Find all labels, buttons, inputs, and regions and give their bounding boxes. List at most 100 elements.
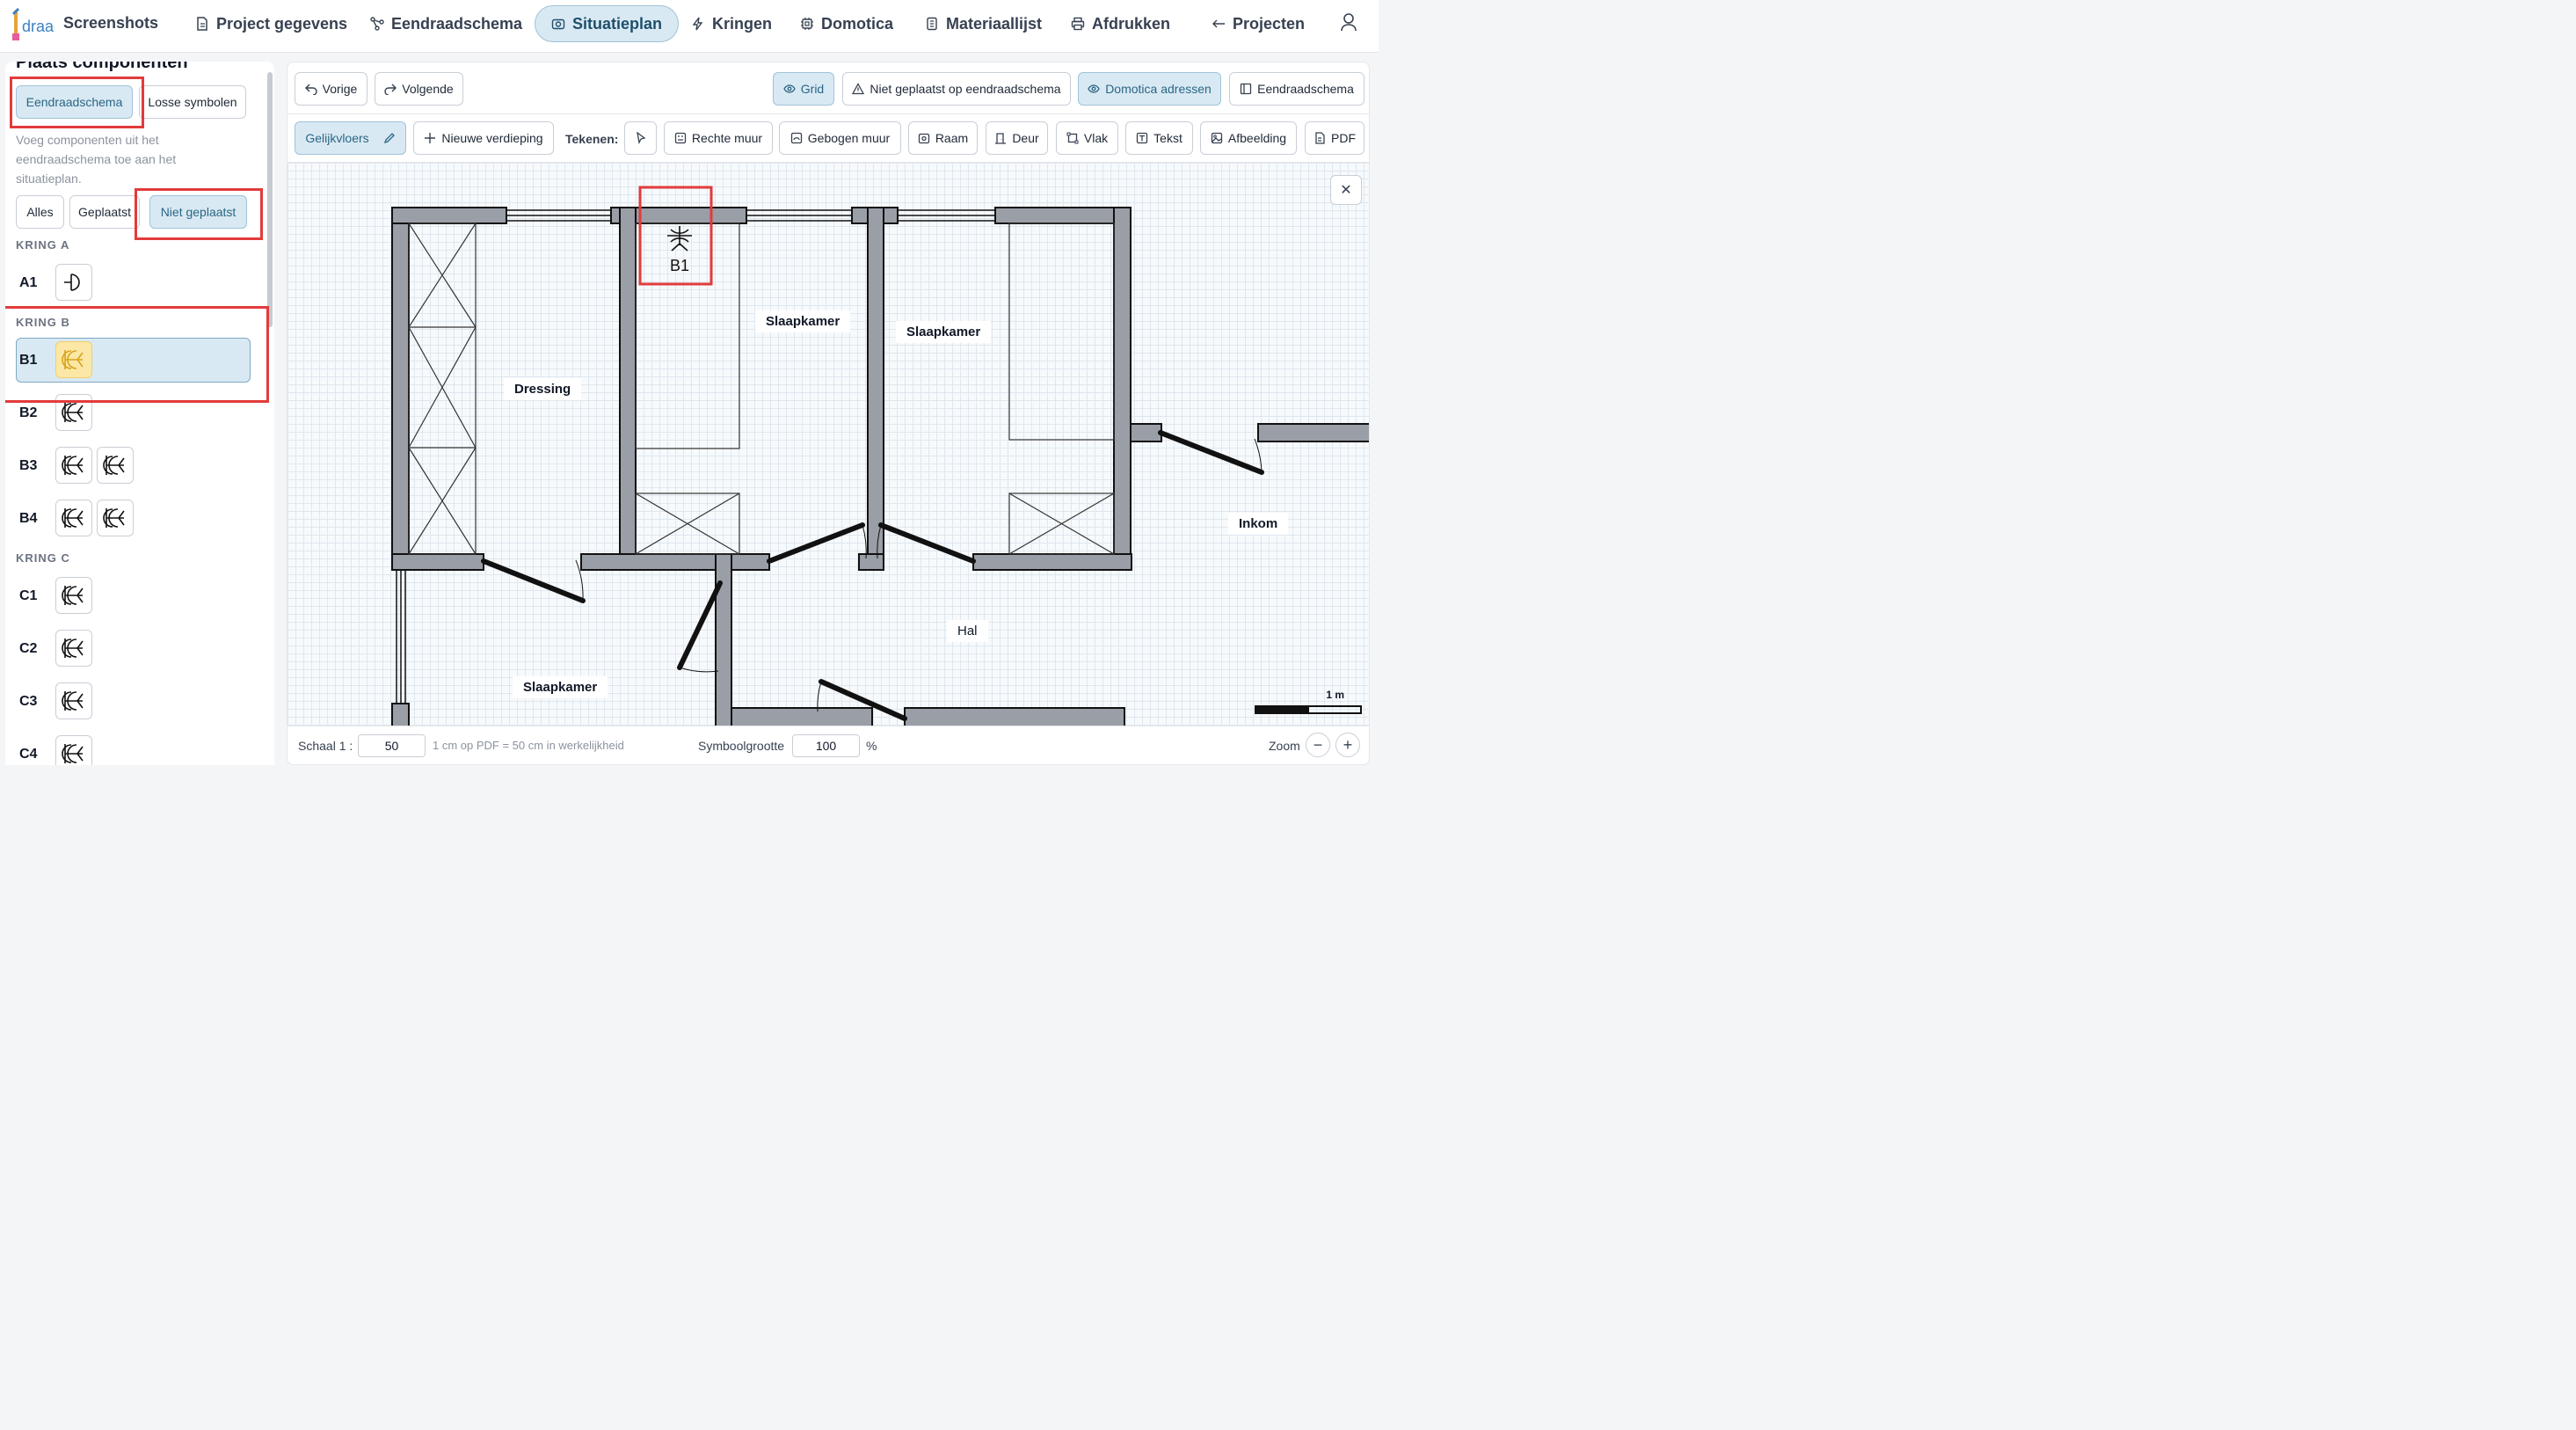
tool-pdf[interactable]: PDF: [1305, 121, 1364, 155]
mode-losse-symbolen-button[interactable]: Losse symbolen: [139, 85, 246, 119]
wall[interactable]: [867, 207, 884, 571]
domotica-adressen-button[interactable]: Domotica adressen: [1078, 72, 1221, 106]
nav-project-gegevens[interactable]: Project gegevens: [179, 5, 363, 42]
nav-kringen[interactable]: Kringen: [675, 5, 788, 42]
component-c2-symbol[interactable]: [55, 630, 92, 667]
component-b4-symbol-1[interactable]: [55, 500, 92, 536]
door[interactable]: [677, 580, 723, 670]
component-b1-symbol[interactable]: [55, 341, 92, 378]
room-label-slaapkamer-2[interactable]: Slaapkamer: [896, 321, 992, 343]
floor-select-button[interactable]: Gelijkvloers: [295, 121, 406, 155]
nav-domotica[interactable]: Domotica: [784, 5, 909, 42]
component-b4-symbol-2[interactable]: [97, 500, 134, 536]
wall[interactable]: [731, 707, 873, 727]
previous-button[interactable]: Vorige: [295, 72, 367, 106]
nav-situatieplan[interactable]: Situatieplan: [535, 5, 680, 42]
symbol-size-input[interactable]: 100: [792, 734, 860, 757]
tool-label: Vlak: [1083, 131, 1109, 145]
chip-icon: [801, 18, 813, 30]
room-label-inkom[interactable]: Inkom: [1228, 513, 1289, 535]
placed-light-symbol-b1[interactable]: [667, 226, 692, 252]
sidebar-scrollbar[interactable]: [267, 72, 273, 327]
tool-vlak[interactable]: Vlak: [1056, 121, 1118, 155]
wall[interactable]: [391, 703, 410, 727]
nav-projecten[interactable]: Projecten: [1196, 5, 1321, 42]
window[interactable]: [506, 209, 611, 222]
filter-geplaatst-button[interactable]: Geplaatst: [69, 195, 140, 229]
door[interactable]: [1158, 430, 1264, 475]
component-c4-label: C4: [19, 747, 38, 762]
floorplan-drawing[interactable]: B1: [287, 163, 1370, 727]
door[interactable]: [481, 558, 586, 603]
wall[interactable]: [391, 207, 507, 224]
mode-eendraadschema-button[interactable]: Eendraadschema: [16, 85, 133, 119]
tool-gebogen-muur[interactable]: Gebogen muur: [779, 121, 901, 155]
eye-icon: [1088, 84, 1100, 93]
tool-rechte-muur[interactable]: Rechte muur: [664, 121, 773, 155]
room-label-slaapkamer-1[interactable]: Slaapkamer: [755, 310, 851, 332]
door[interactable]: [767, 522, 865, 564]
tool-deur[interactable]: Deur: [986, 121, 1048, 155]
room-label-hal[interactable]: Hal: [947, 620, 988, 642]
window[interactable]: [898, 209, 995, 222]
light-symbol-icon: [62, 350, 84, 369]
wall[interactable]: [391, 207, 410, 571]
window[interactable]: [746, 209, 852, 222]
grid-label: Grid: [800, 82, 825, 96]
wall[interactable]: [1257, 423, 1370, 442]
not-placed-button[interactable]: Niet geplaatst op eendraadschema: [842, 72, 1071, 106]
nav-materiaallijst[interactable]: Materiaallijst: [909, 5, 1058, 42]
wall[interactable]: [904, 707, 1125, 727]
wall[interactable]: [619, 207, 637, 569]
user-icon[interactable]: [1340, 12, 1357, 32]
room-label-slaapkamer-3[interactable]: Slaapkamer: [513, 676, 608, 698]
tool-afbeelding[interactable]: Afbeelding: [1200, 121, 1297, 155]
component-b3-symbol-2[interactable]: [97, 447, 134, 484]
room-label-dressing[interactable]: Dressing: [504, 378, 582, 400]
new-floor-button[interactable]: Nieuwe verdieping: [413, 121, 554, 155]
nav-label: Project gegevens: [216, 14, 348, 33]
percent-label: %: [866, 739, 877, 753]
zoom-in-button[interactable]: +: [1335, 733, 1360, 757]
wall[interactable]: [1130, 423, 1162, 442]
close-icon[interactable]: ✕: [1330, 175, 1362, 205]
component-c4-symbol[interactable]: [55, 735, 92, 765]
select-tool-button[interactable]: [624, 121, 657, 155]
filter-alles-button[interactable]: Alles: [16, 195, 64, 229]
window[interactable]: [396, 570, 406, 704]
wardrobe: [408, 223, 477, 555]
nav-label: Kringen: [712, 14, 773, 33]
eendraadschema-view-button[interactable]: Eendraadschema: [1229, 72, 1364, 106]
door-swing: [679, 667, 719, 673]
scale-input[interactable]: 50: [358, 734, 426, 757]
component-c3-symbol[interactable]: [55, 682, 92, 719]
app-name[interactable]: Screenshots: [63, 14, 158, 33]
next-button[interactable]: Volgende: [375, 72, 463, 106]
nav-label: Eendraadschema: [391, 14, 523, 33]
nav-label: Situatieplan: [572, 14, 663, 33]
component-b2-symbol[interactable]: [55, 394, 92, 431]
floorplan-canvas[interactable]: B1 Dressing Slaapkamer Slaapkamer Inkom …: [287, 163, 1370, 727]
nav-afdrukken[interactable]: Afdrukken: [1055, 5, 1186, 42]
tool-raam[interactable]: Raam: [908, 121, 978, 155]
door[interactable]: [878, 522, 976, 564]
nav-eendraadschema[interactable]: Eendraadschema: [354, 5, 538, 42]
wall[interactable]: [972, 553, 1132, 571]
curved-wall-icon: [790, 132, 802, 144]
grid-toggle-button[interactable]: Grid: [773, 72, 834, 106]
wall[interactable]: [1113, 207, 1132, 571]
zoom-out-button[interactable]: −: [1306, 733, 1330, 757]
wall[interactable]: [580, 553, 770, 571]
component-b1-row[interactable]: [16, 338, 251, 383]
tool-tekst[interactable]: Tekst: [1125, 121, 1193, 155]
wall[interactable]: [391, 553, 484, 571]
text-icon: [1137, 132, 1148, 144]
filter-niet-geplaatst-button[interactable]: Niet geplaatst: [149, 195, 247, 229]
component-b3-symbol-1[interactable]: [55, 447, 92, 484]
component-a1-symbol[interactable]: [55, 264, 92, 301]
wall[interactable]: [858, 553, 884, 571]
wall[interactable]: [715, 553, 732, 727]
wall[interactable]: [994, 207, 1132, 224]
component-c1-symbol[interactable]: [55, 577, 92, 614]
tool-label: PDF: [1331, 131, 1356, 145]
